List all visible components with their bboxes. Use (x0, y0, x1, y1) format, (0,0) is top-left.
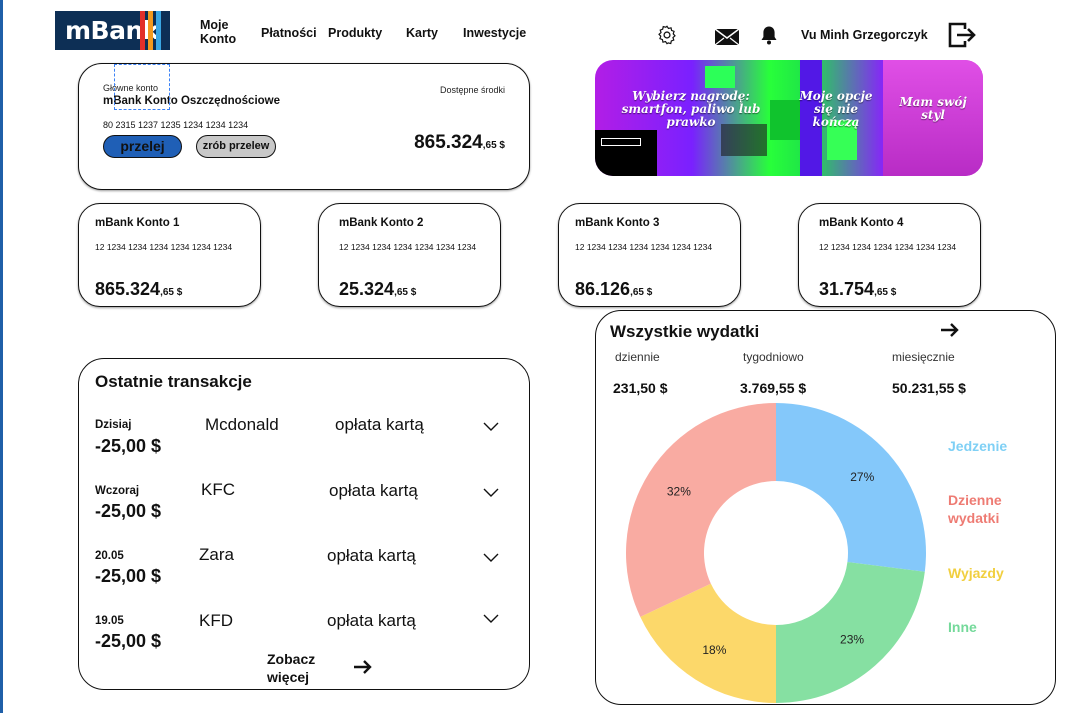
transaction-type: opłata kartą (335, 415, 424, 434)
main-account-name: mBank Konto Oszczędnościowe (103, 95, 281, 107)
balance-main: 25.324 (339, 279, 395, 299)
chevron-down-icon[interactable] (483, 422, 499, 432)
main-account-card[interactable]: Główne konto mBank Konto Oszczędnościowe… (78, 63, 530, 190)
account-number: 12 1234 1234 1234 1234 1234 1234 (575, 242, 713, 252)
period-weekly-value: 3.769,55 $ (740, 380, 807, 396)
mail-icon[interactable] (714, 28, 740, 46)
account-balance: 25.324,65 $ (339, 279, 416, 300)
balance-main: 31.754 (819, 279, 875, 299)
balance-main: 86.126 (575, 279, 631, 299)
period-monthly-label[interactable]: miesięcznie (892, 350, 955, 364)
balance-cents: ,65 $ (874, 287, 897, 298)
account-number: 12 1234 1234 1234 1234 1234 1234 (95, 242, 233, 252)
chevron-down-icon[interactable] (483, 488, 499, 498)
nav-inwestycje[interactable]: Inwestycje (463, 26, 526, 40)
banner-panel-2: Moje opcje się nie kończą (799, 89, 873, 129)
legend-dzienne-wydatki: Dzienne wydatki (948, 492, 1002, 526)
period-weekly-label[interactable]: tygodniowo (743, 350, 804, 364)
banner-mini-line (601, 152, 657, 158)
transaction-amount: -25,00 $ (95, 436, 162, 456)
legend-wyjazdy: Wyjazdy (948, 565, 1004, 581)
balance-cents: ,65 $ (160, 287, 183, 298)
transaction-date: Dzisiaj (95, 419, 132, 431)
account-title: mBank Konto 4 (819, 217, 904, 229)
chevron-down-icon[interactable] (483, 614, 499, 624)
arrow-right-icon[interactable] (353, 659, 373, 675)
period-monthly-value: 50.231,55 $ (892, 380, 966, 396)
banner-mini-button (601, 138, 641, 146)
slice-value-label: 32% (667, 484, 691, 498)
logo-stripes (140, 11, 164, 50)
all-expenses-card: Wszystkie wydatki dziennie tygodniowo mi… (595, 310, 1056, 705)
make-transfer-button[interactable]: zrób przelew (196, 135, 276, 158)
mbank-logo[interactable]: mBank (55, 11, 170, 50)
chevron-down-icon[interactable] (483, 553, 499, 563)
expenses-title: Wszystkie wydatki (610, 322, 760, 341)
bell-icon[interactable] (760, 25, 778, 45)
account-balance: 31.754,65 $ (819, 279, 896, 300)
see-more-link[interactable]: Zobacz więcej (267, 650, 315, 686)
transaction-merchant: KFD (199, 611, 233, 630)
transaction-merchant: KFC (201, 480, 235, 499)
legend-inne: Inne (948, 619, 977, 635)
balance-cents: ,65 $ (394, 287, 417, 298)
transaction-type: opłata kartą (329, 481, 418, 500)
banner-panel-3: Mam swój styl (899, 95, 967, 122)
transaction-type: opłata kartą (327, 611, 416, 630)
transaction-amount: -25,00 $ (95, 501, 162, 521)
transaction-date: 19.05 (95, 615, 124, 627)
account-balance: 865.324,65 $ (95, 279, 182, 300)
nav-produkty[interactable]: Produkty (328, 26, 382, 40)
transaction-date: 20.05 (95, 550, 124, 562)
legend-jedzenie: Jedzenie (948, 438, 1008, 454)
transaction-amount: -25,00 $ (95, 631, 162, 651)
account-number: 12 1234 1234 1234 1234 1234 1234 (339, 242, 477, 252)
slice-value-label: 27% (850, 470, 874, 484)
main-account-balance: 865.324,65 $ (414, 132, 505, 154)
banner-panel-1: Wybierz nagrodę: smartfon, paliwo lub pr… (621, 89, 761, 129)
slice-dzienne-wydatki[interactable] (626, 403, 776, 617)
account-balance: 86.126,65 $ (575, 279, 652, 300)
balance-cents: ,65 $ (482, 140, 505, 151)
transaction-type: opłata kartą (327, 546, 416, 565)
promo-banner[interactable]: Wybierz nagrodę: smartfon, paliwo lub pr… (595, 60, 983, 176)
main-account-label: Główne konto (103, 83, 159, 93)
balance-cents: ,65 $ (630, 287, 653, 298)
period-daily-label[interactable]: dziennie (615, 350, 660, 364)
slice-jedzenie[interactable] (776, 403, 926, 572)
account-card-3[interactable]: mBank Konto 3 12 1234 1234 1234 1234 123… (558, 203, 741, 307)
main-account-number: 80 2315 1237 1235 1234 1234 1234 (103, 120, 249, 130)
banner-mini-line (601, 164, 645, 170)
account-card-2[interactable]: mBank Konto 2 12 1234 1234 1234 1234 123… (318, 203, 501, 307)
banner-block (705, 66, 735, 88)
transactions-title: Ostatnie transakcje (95, 372, 252, 391)
transaction-merchant: Mcdonald (205, 415, 279, 434)
transaction-amount: -25,00 $ (95, 566, 162, 586)
period-daily-value: 231,50 $ (613, 380, 668, 396)
account-card-1[interactable]: mBank Konto 1 12 1234 1234 1234 1234 123… (78, 203, 261, 307)
user-name[interactable]: Vu Minh Grzegorczyk (801, 28, 928, 42)
slice-value-label: 18% (702, 643, 726, 657)
account-number: 12 1234 1234 1234 1234 1234 1234 (819, 242, 957, 252)
transaction-date: Wczoraj (95, 485, 140, 497)
transaction-merchant: Zara (199, 545, 234, 564)
transfer-button[interactable]: przelej (103, 135, 182, 158)
expenses-donut-chart: 27% 23% 18% 32% (626, 403, 926, 703)
recent-transactions-card: Ostatnie transakcje Dzisiaj -25,00 $ Mcd… (78, 358, 530, 690)
balance-main: 865.324 (95, 279, 161, 299)
window-edge (0, 0, 3, 713)
account-card-4[interactable]: mBank Konto 4 12 1234 1234 1234 1234 123… (798, 203, 981, 307)
nav-moje-konto[interactable]: Moje Konto (200, 18, 236, 46)
account-title: mBank Konto 3 (575, 217, 660, 229)
balance-main: 865.324 (414, 132, 483, 153)
arrow-right-icon[interactable] (940, 322, 960, 338)
available-funds-label: Dostępne środki (439, 85, 505, 95)
account-title: mBank Konto 1 (95, 217, 180, 229)
account-title: mBank Konto 2 (339, 217, 424, 229)
slice-value-label: 23% (840, 632, 864, 646)
logout-icon[interactable] (948, 22, 976, 48)
settings-icon[interactable] (656, 24, 678, 46)
nav-karty[interactable]: Karty (406, 26, 438, 40)
nav-platnosci[interactable]: Płatności (261, 26, 317, 40)
